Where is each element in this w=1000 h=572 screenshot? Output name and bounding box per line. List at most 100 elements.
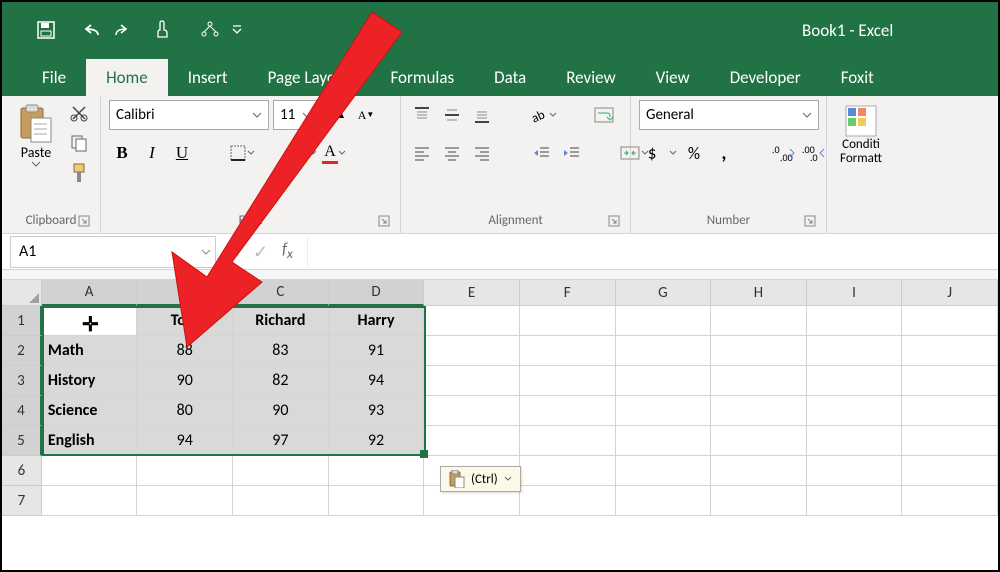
col-header-D[interactable]: D — [329, 280, 425, 306]
col-header-G[interactable]: G — [616, 280, 712, 306]
cell-I3[interactable] — [807, 366, 903, 396]
cell-D3[interactable]: 94 — [329, 366, 425, 396]
col-header-A[interactable]: A — [42, 280, 138, 306]
cell-A4[interactable]: Science — [42, 396, 138, 426]
cell-B6[interactable] — [137, 456, 233, 486]
col-header-C[interactable]: C — [233, 280, 329, 306]
cell-I7[interactable] — [807, 486, 903, 516]
cell-J4[interactable] — [902, 396, 998, 426]
cell-C6[interactable] — [233, 456, 329, 486]
font-name-combo[interactable]: Calibri — [109, 100, 269, 130]
cell-E5[interactable] — [424, 426, 520, 456]
undo-icon[interactable] — [78, 14, 110, 46]
tab-page-layout[interactable]: Page Layout — [248, 59, 371, 96]
col-header-I[interactable]: I — [807, 280, 903, 306]
dialog-launcher-icon[interactable] — [608, 215, 620, 227]
dialog-launcher-icon[interactable] — [78, 215, 90, 227]
cell-F1[interactable] — [520, 306, 616, 336]
cell-J3[interactable] — [902, 366, 998, 396]
font-size-combo[interactable]: 11 — [273, 100, 319, 130]
borders-icon[interactable] — [229, 138, 255, 168]
align-center-icon[interactable] — [439, 138, 465, 168]
row-header-7[interactable]: 7 — [2, 486, 42, 516]
qat-customize-icon[interactable] — [228, 14, 246, 46]
share-icon[interactable] — [194, 14, 226, 46]
cell-C5[interactable]: 97 — [233, 426, 329, 456]
tab-insert[interactable]: Insert — [168, 59, 248, 96]
decrease-decimal-icon[interactable]: .00.0 — [801, 138, 827, 168]
name-box[interactable]: A1 — [10, 236, 216, 268]
cancel-icon[interactable]: × — [230, 241, 239, 263]
col-header-J[interactable]: J — [902, 280, 998, 306]
cell-D5[interactable]: 92 — [329, 426, 425, 456]
cell-J2[interactable] — [902, 336, 998, 366]
paste-button[interactable]: Paste — [10, 100, 62, 171]
cell-E2[interactable] — [424, 336, 520, 366]
tab-foxit[interactable]: Foxit — [821, 59, 894, 96]
cell-E4[interactable] — [424, 396, 520, 426]
cell-I2[interactable] — [807, 336, 903, 366]
cell-F5[interactable] — [520, 426, 616, 456]
cell-J5[interactable] — [902, 426, 998, 456]
cell-D4[interactable]: 93 — [329, 396, 425, 426]
col-header-H[interactable]: H — [711, 280, 807, 306]
tab-review[interactable]: Review — [546, 59, 635, 96]
col-header-F[interactable]: F — [520, 280, 616, 306]
align-bottom-icon[interactable] — [469, 100, 495, 130]
increase-indent-icon[interactable] — [559, 138, 585, 168]
col-header-E[interactable]: E — [424, 280, 520, 306]
tab-formulas[interactable]: Formulas — [370, 59, 474, 96]
cell-B2[interactable]: 88 — [137, 336, 233, 366]
cell-G2[interactable] — [616, 336, 712, 366]
cell-D1[interactable]: Harry — [329, 306, 425, 336]
tab-file[interactable]: File — [22, 59, 86, 96]
tab-home[interactable]: Home — [86, 59, 168, 96]
cell-C3[interactable]: 82 — [233, 366, 329, 396]
cell-F7[interactable] — [520, 486, 616, 516]
cell-B5[interactable]: 94 — [137, 426, 233, 456]
row-header-3[interactable]: 3 — [2, 366, 42, 396]
cell-B7[interactable] — [137, 486, 233, 516]
bold-button[interactable]: B — [109, 138, 135, 168]
row-header-1[interactable]: 1 — [2, 306, 42, 336]
tab-view[interactable]: View — [636, 59, 710, 96]
cell-J1[interactable] — [902, 306, 998, 336]
number-format-combo[interactable]: General — [639, 100, 819, 130]
decrease-indent-icon[interactable] — [529, 138, 555, 168]
comma-format-icon[interactable]: , — [711, 138, 737, 168]
cell-C2[interactable]: 83 — [233, 336, 329, 366]
increase-font-icon[interactable]: A▲ — [323, 100, 349, 130]
cell-A2[interactable]: Math — [42, 336, 138, 366]
fx-icon[interactable]: fx — [282, 240, 293, 262]
row-header-4[interactable]: 4 — [2, 396, 42, 426]
align-right-icon[interactable] — [469, 138, 495, 168]
cut-icon[interactable] — [66, 100, 92, 126]
align-middle-icon[interactable] — [439, 100, 465, 130]
enter-icon[interactable]: ✓ — [253, 241, 268, 263]
cell-E3[interactable] — [424, 366, 520, 396]
cell-H7[interactable] — [711, 486, 807, 516]
cell-H4[interactable] — [711, 396, 807, 426]
row-header-6[interactable]: 6 — [2, 456, 42, 486]
cell-H6[interactable] — [711, 456, 807, 486]
cell-H3[interactable] — [711, 366, 807, 396]
conditional-formatting-button[interactable]: ConditiFormatt — [835, 100, 887, 171]
col-header-B[interactable]: B — [137, 280, 233, 306]
cell-F6[interactable] — [520, 456, 616, 486]
tab-data[interactable]: Data — [474, 59, 546, 96]
align-left-icon[interactable] — [409, 138, 435, 168]
row-header-5[interactable]: 5 — [2, 426, 42, 456]
select-all-corner[interactable] — [2, 280, 42, 306]
percent-format-icon[interactable]: % — [681, 138, 707, 168]
cell-G1[interactable] — [616, 306, 712, 336]
orientation-icon[interactable]: ab — [529, 100, 557, 130]
cell-H2[interactable] — [711, 336, 807, 366]
redo-icon[interactable] — [112, 14, 130, 46]
cell-G7[interactable] — [616, 486, 712, 516]
fill-color-icon[interactable] — [289, 138, 317, 168]
cell-D2[interactable]: 91 — [329, 336, 425, 366]
row-header-2[interactable]: 2 — [2, 336, 42, 366]
cell-H1[interactable] — [711, 306, 807, 336]
cell-E1[interactable] — [424, 306, 520, 336]
paste-options-button[interactable]: (Ctrl) — [440, 466, 521, 492]
